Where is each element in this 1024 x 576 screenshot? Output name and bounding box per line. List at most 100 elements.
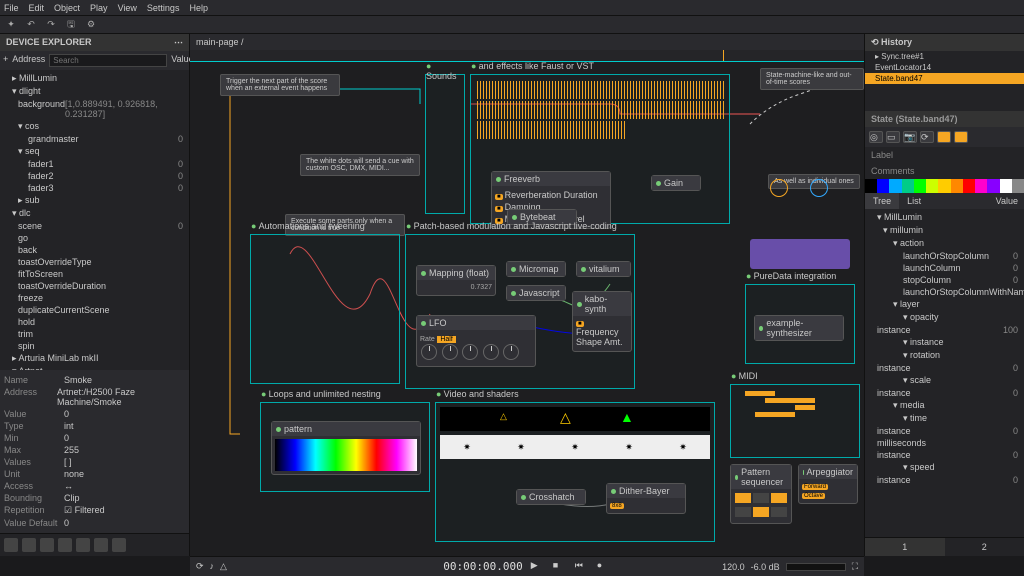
state-tree-item[interactable]: ▾ scale (865, 374, 1024, 387)
region-midi[interactable]: ● MIDI (730, 384, 860, 458)
state-tree-item[interactable]: instance100 (865, 324, 1024, 336)
play-button[interactable]: ▶ (531, 560, 545, 574)
learn-icon[interactable] (954, 131, 968, 143)
bottom-tab-1[interactable]: 1 (865, 538, 945, 556)
port-freq-shape[interactable]: ■ Frequency Shape Amt. (576, 319, 628, 348)
region-patch[interactable]: ● Patch-based modulation and Javascript … (405, 234, 635, 389)
tree-item[interactable]: ▾ seq (0, 145, 189, 158)
state-tree-item[interactable]: ▾ millumin (865, 224, 1024, 237)
snapshot-icon[interactable]: ◎ (869, 131, 883, 143)
knob-4[interactable] (483, 344, 499, 360)
color-picker[interactable] (865, 179, 1024, 193)
score-canvas[interactable]: main-page / Trigger the next part of the… (190, 34, 864, 556)
node-example-synth[interactable]: example-synthesizer (754, 315, 844, 341)
menu-settings[interactable]: Settings (147, 3, 180, 13)
state-node-2[interactable] (810, 179, 828, 197)
color-swatch[interactable] (951, 179, 963, 193)
node-vitalium[interactable]: vitalium (576, 261, 631, 277)
refresh-icon[interactable]: ⟳ (920, 131, 934, 143)
state-tree-item[interactable]: ▾ action (865, 237, 1024, 250)
http-icon[interactable] (58, 538, 72, 552)
state-tree-item[interactable]: ▾ speed (865, 461, 1024, 474)
state-tree[interactable]: ▾ MillLumin▾ millumin▾ actionlaunchOrSto… (865, 209, 1024, 537)
pad[interactable] (771, 507, 787, 517)
color-swatch[interactable] (902, 179, 914, 193)
history-item[interactable]: EventLocator14 (865, 62, 1024, 73)
search-input[interactable] (49, 54, 167, 67)
state-tree-item[interactable]: launchOrStopColumnWithName0 (865, 286, 1024, 298)
overlay-purple[interactable] (750, 239, 850, 269)
state-tree-item[interactable]: launchColumn0 (865, 262, 1024, 274)
menu-play[interactable]: Play (90, 3, 108, 13)
color-swatch[interactable] (1012, 179, 1024, 193)
tree-item[interactable]: fader30 (0, 182, 189, 194)
loop-icon[interactable]: ⟳ (196, 561, 204, 572)
state-node-1[interactable] (770, 179, 788, 197)
tree-item[interactable]: background[1,0.889491, 0.926818, 0.23128… (0, 98, 189, 120)
state-tree-item[interactable]: ▾ time (865, 412, 1024, 425)
node-pattern[interactable]: pattern (271, 421, 421, 475)
tree-item[interactable]: back (0, 244, 189, 256)
rewind-button[interactable]: ⏮ (575, 560, 589, 574)
port-mapping-val[interactable]: 0.7327 (420, 283, 492, 292)
tempo[interactable]: 120.0 (722, 562, 745, 572)
panel-menu-icon[interactable]: ⋯ (174, 37, 183, 48)
tree-item[interactable]: spin (0, 340, 189, 352)
node-arpeggiator[interactable]: Arpeggiator Forward Octave (798, 464, 858, 504)
trigger-icon[interactable]: ▭ (886, 131, 900, 143)
pad[interactable] (735, 507, 751, 517)
knob-5[interactable] (503, 344, 519, 360)
custom-icon[interactable] (112, 538, 126, 552)
tree-item[interactable]: fader10 (0, 158, 189, 170)
tree-item[interactable]: toastOverrideDuration (0, 280, 189, 292)
serial-icon[interactable] (76, 538, 90, 552)
color-swatch[interactable] (975, 179, 987, 193)
pad[interactable] (771, 493, 787, 503)
pad[interactable] (735, 493, 751, 503)
node-micromap[interactable]: Micromap (506, 261, 566, 277)
color-swatch[interactable] (938, 179, 950, 193)
color-swatch[interactable] (865, 179, 877, 193)
tree-item[interactable]: scene0 (0, 220, 189, 232)
undo-icon[interactable]: ↶ (24, 18, 38, 32)
region-sounds[interactable]: ● Sounds (425, 74, 465, 214)
ws-icon[interactable] (94, 538, 108, 552)
waveform-2[interactable] (475, 101, 725, 119)
node-dither[interactable]: Dither-Bayer 8x8 (606, 483, 686, 514)
color-swatch[interactable] (987, 179, 999, 193)
color-swatch[interactable] (963, 179, 975, 193)
tree-item[interactable]: ▾ dlc (0, 207, 189, 220)
color-swatch[interactable] (877, 179, 889, 193)
tree-item[interactable]: ▾ cos (0, 120, 189, 133)
history-item[interactable]: State.band47 (865, 73, 1024, 84)
tree-item[interactable]: fader20 (0, 170, 189, 182)
camera-icon[interactable]: 📷 (903, 131, 917, 143)
bottom-tab-2[interactable]: 2 (945, 538, 1024, 556)
region-puredata[interactable]: ● PureData integration example-synthesiz… (745, 284, 855, 364)
tab-tree[interactable]: Tree (865, 193, 899, 209)
dmx-icon[interactable] (40, 538, 54, 552)
knob-2[interactable] (442, 344, 458, 360)
save-icon[interactable]: 🖫 (64, 18, 78, 32)
settings-icon[interactable]: ⚙ (84, 18, 98, 32)
node-gain[interactable]: Gain (651, 175, 701, 191)
history-list[interactable]: ▸ Sync.tree#1EventLocator14State.band47 (865, 51, 1024, 111)
region-video[interactable]: ● Video and shaders △ △ ▲ ✷✷✷✷✷ Crosshat… (435, 402, 715, 542)
knob-1[interactable] (421, 344, 437, 360)
state-tree-item[interactable]: ▾ layer (865, 298, 1024, 311)
metronome-icon[interactable]: △ (220, 561, 227, 572)
state-tree-item[interactable]: milliseconds (865, 437, 1024, 449)
history-item[interactable]: ▸ Sync.tree#1 (865, 51, 1024, 62)
record-button[interactable]: ● (597, 560, 611, 574)
port-lfo-rate[interactable]: Rate (420, 335, 435, 344)
pad[interactable] (753, 507, 769, 517)
state-tree-item[interactable]: stopColumn0 (865, 274, 1024, 286)
color-swatch[interactable] (889, 179, 901, 193)
port-arp-octave[interactable]: Octave (802, 491, 854, 500)
canvas-tab[interactable]: main-page / (196, 37, 244, 47)
tree-item[interactable]: go (0, 232, 189, 244)
port-dither[interactable]: 8x8 (610, 501, 682, 510)
state-tree-item[interactable]: instance0 (865, 362, 1024, 374)
device-tree[interactable]: ▸ MillLumin▾ dlightbackground[1,0.889491… (0, 70, 189, 370)
color-swatch[interactable] (926, 179, 938, 193)
